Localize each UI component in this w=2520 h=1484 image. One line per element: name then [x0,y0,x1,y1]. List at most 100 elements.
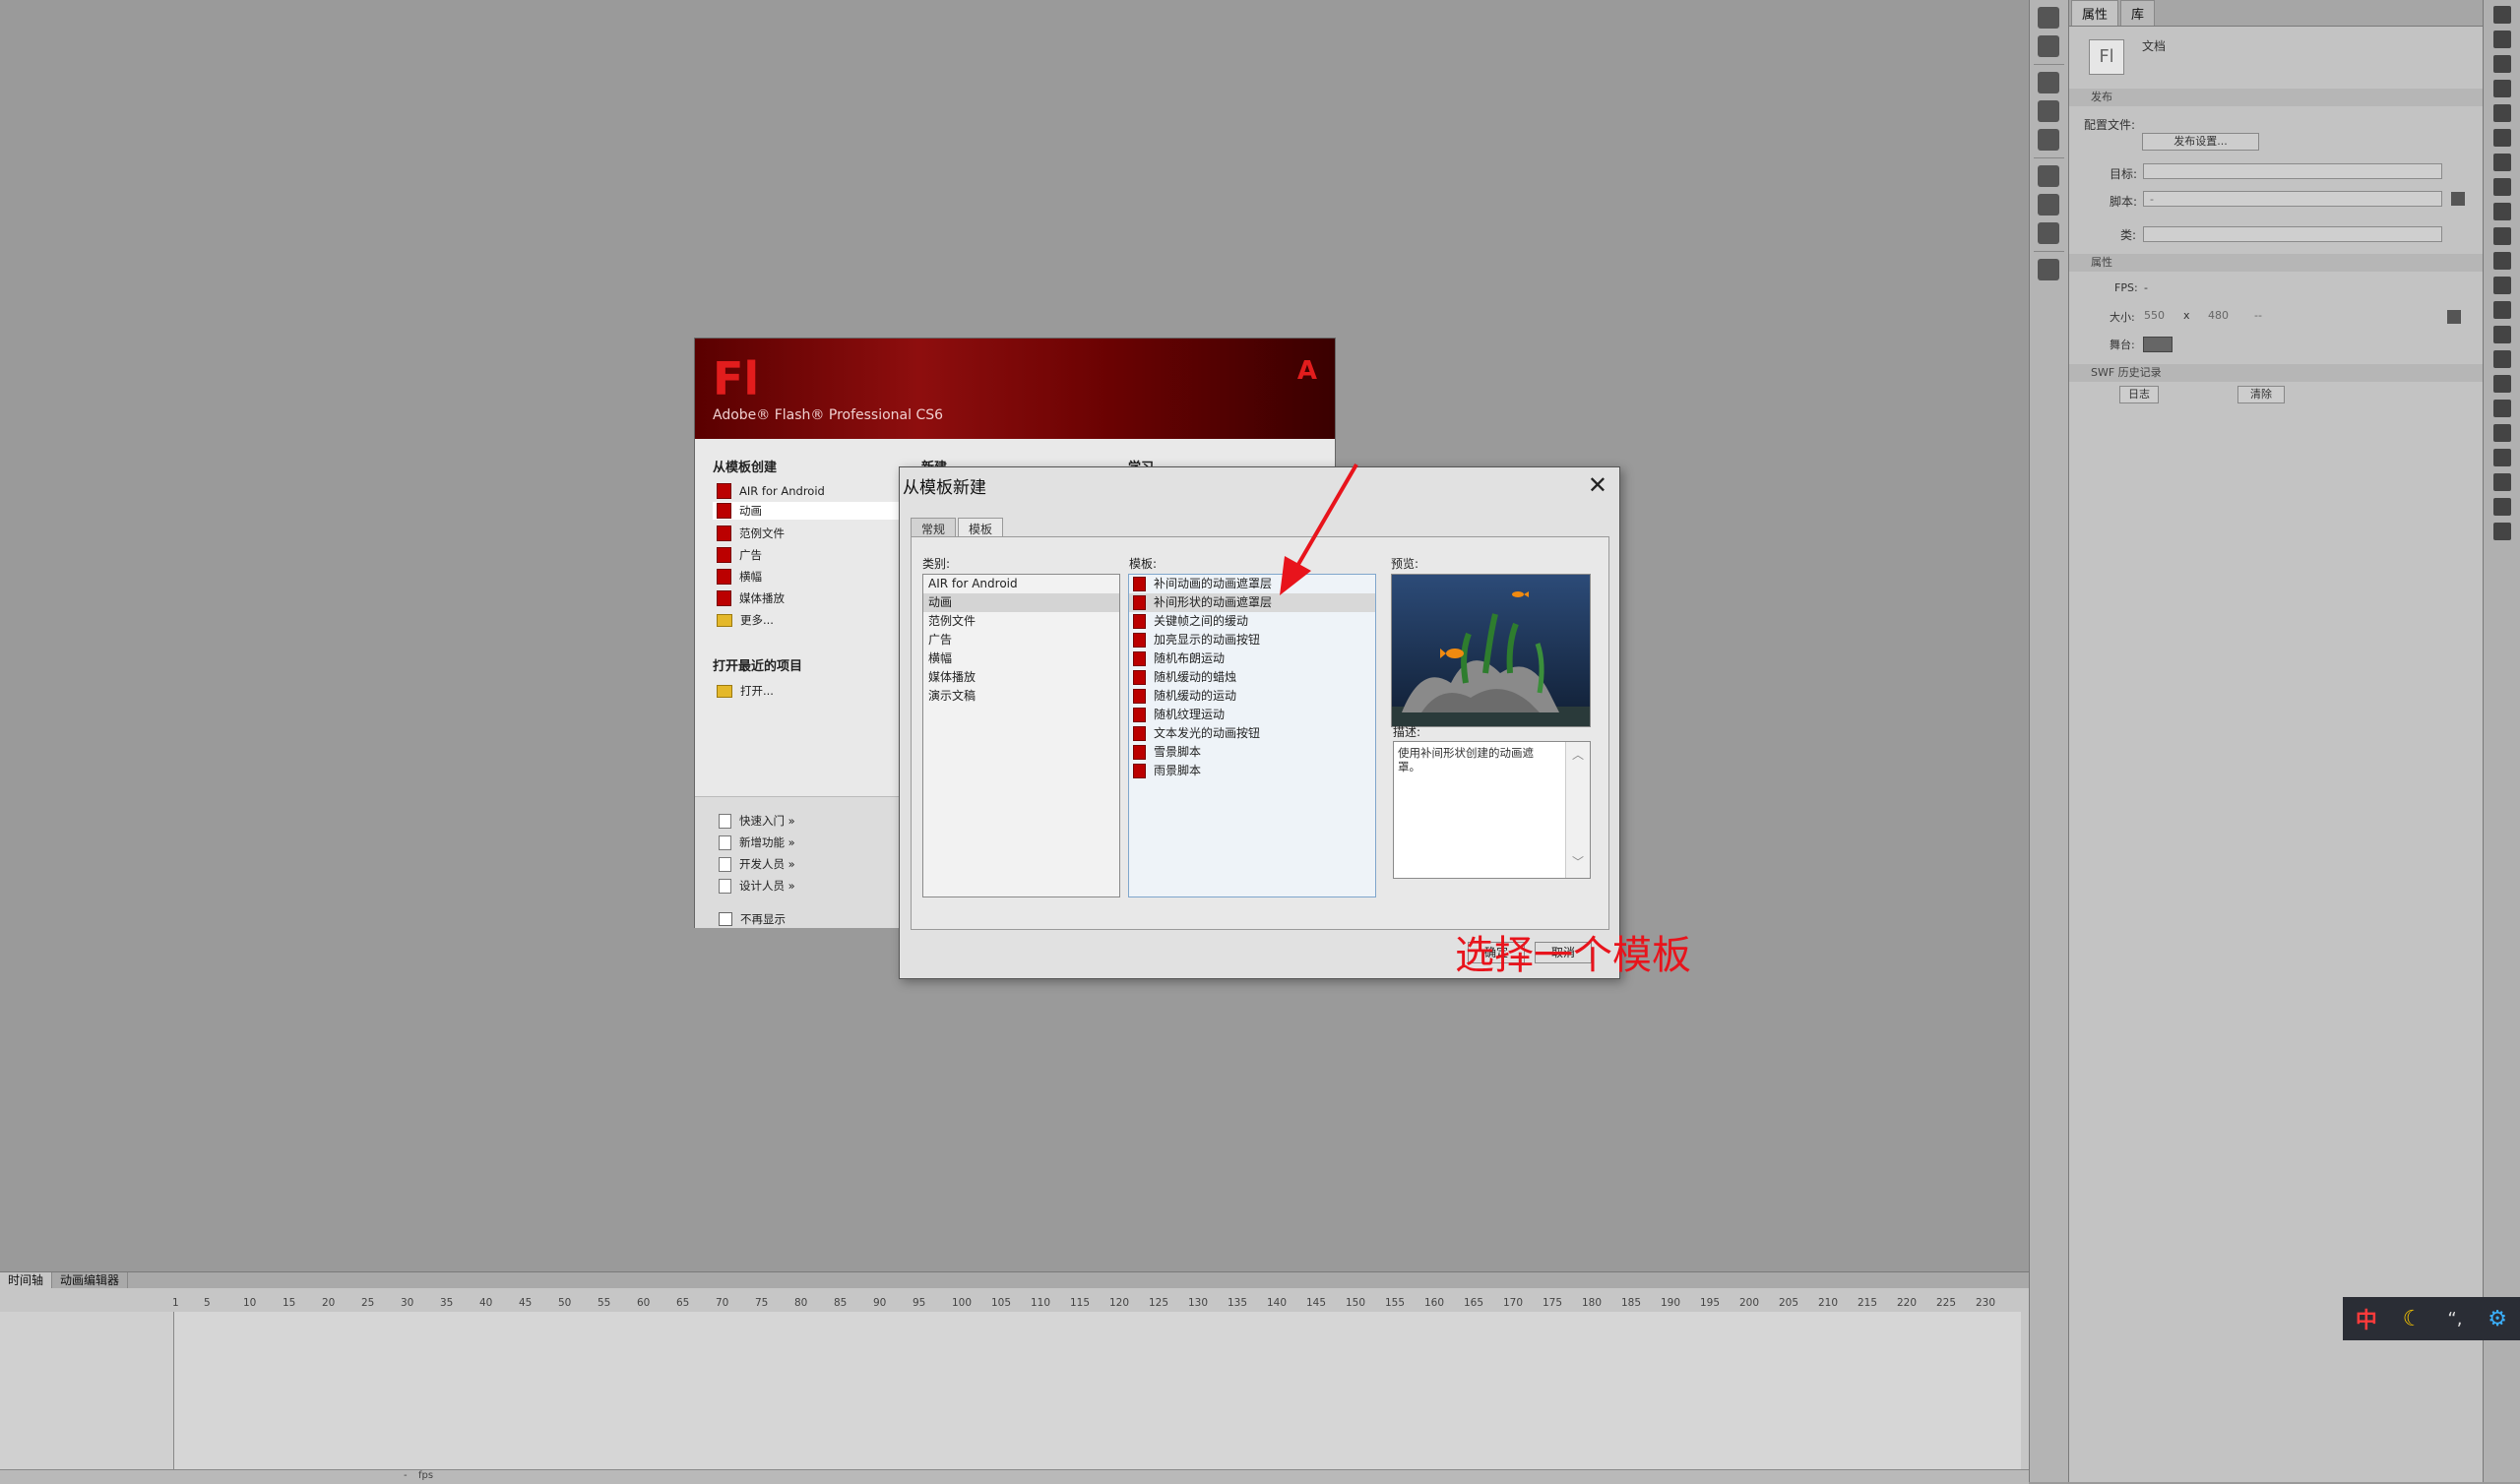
chevron-down-icon[interactable]: ﹀ [1566,853,1590,870]
link-getting-started[interactable]: 快速入门 » [719,813,795,829]
brush-tool-icon[interactable] [2493,252,2511,270]
width-value[interactable]: 550 [2144,309,2165,322]
category-item[interactable]: 演示文稿 [923,687,1119,706]
eyedropper-tool-icon[interactable] [2493,350,2511,368]
stage-color-swatch[interactable] [2143,337,2173,352]
lasso-tool-icon[interactable] [2493,104,2511,122]
document-icon [1133,577,1146,591]
fill-color-icon[interactable] [2493,473,2511,491]
height-value[interactable]: 480 [2208,309,2229,322]
dialog-title: 从模板新建 [903,478,986,498]
components-icon[interactable] [2038,194,2059,216]
color-icon[interactable] [2038,7,2059,29]
zoom-tool-icon[interactable] [2493,424,2511,442]
ruler-tick-label: 210 [1818,1297,1839,1309]
link-developers[interactable]: 开发人员 » [719,856,795,872]
history-icon[interactable] [2038,259,2059,280]
ruler-tick-label: 175 [1543,1297,1563,1309]
welcome-template-air[interactable]: AIR for Android [717,483,825,499]
layer-list[interactable] [0,1312,174,1471]
link-whats-new[interactable]: 新增功能 » [719,835,795,850]
template-item[interactable]: 随机布朗运动 [1129,649,1375,668]
welcome-template-banner[interactable]: 横幅 [717,569,762,585]
open-button[interactable]: 打开... [717,683,774,699]
publish-settings-button[interactable]: 发布设置... [2142,133,2259,151]
selection-tool-icon[interactable] [2493,6,2511,24]
template-item[interactable]: 随机缓动的运动 [1129,687,1375,706]
category-item[interactable]: 广告 [923,631,1119,649]
dialog-panel: 类别: 模板: 预览: AIR for Android 动画 范例文件 广告 横… [911,536,1609,930]
ruler-tick-label: 25 [361,1297,375,1309]
publish-section-header[interactable]: 发布 [2069,89,2504,106]
link-designers[interactable]: 设计人员 » [719,878,795,894]
ruler-tick-label: 170 [1503,1297,1524,1309]
close-icon[interactable]: ✕ [1588,471,1607,499]
motion-presets-icon[interactable] [2038,222,2059,244]
welcome-template-ads[interactable]: 广告 [717,547,762,563]
deco-tool-icon[interactable] [2493,277,2511,294]
welcome-template-samples[interactable]: 范例文件 [717,526,785,541]
size-x-separator: x [2183,309,2190,322]
swf-history-section-header[interactable]: SWF 历史记录 [2069,364,2504,382]
template-item[interactable]: 加亮显示的动画按钮 [1129,631,1375,649]
rectangle-tool-icon[interactable] [2493,203,2511,220]
template-item[interactable]: 雨景脚本 [1129,762,1375,780]
class-input[interactable] [2143,226,2442,242]
chevron-up-icon[interactable]: ︿ [1566,746,1590,763]
code-snippets-icon[interactable] [2038,165,2059,187]
template-item[interactable]: 随机纹理运动 [1129,706,1375,724]
line-tool-icon[interactable] [2493,178,2511,196]
category-item[interactable]: 媒体播放 [923,668,1119,687]
info-icon[interactable] [2038,100,2059,122]
checkbox-box[interactable] [719,912,732,926]
frame-area[interactable] [174,1312,2021,1471]
tab-timeline[interactable]: 时间轴 [0,1272,53,1288]
fps-value[interactable]: - [2144,281,2148,294]
description-scrollbar[interactable]: ︿ ﹀ [1565,742,1590,878]
tab-properties[interactable]: 属性 [2071,0,2119,26]
category-item-selected[interactable]: 动画 [923,593,1119,612]
pencil-tool-icon[interactable] [2493,227,2511,245]
text-tool-icon[interactable] [2493,154,2511,171]
template-item[interactable]: 关键帧之间的缓动 [1129,612,1375,631]
tab-motion-editor[interactable]: 动画编辑器 [52,1272,129,1288]
punctuation-icon[interactable]: “, [2447,1309,2462,1329]
bone-tool-icon[interactable] [2493,301,2511,319]
properties-section-header[interactable]: 属性 [2069,254,2504,272]
dont-show-checkbox[interactable]: 不再显示 [719,911,786,927]
align-icon[interactable] [2038,72,2059,93]
ime-language[interactable]: 中 [2356,1303,2377,1334]
tab-library[interactable]: 库 [2120,0,2156,26]
category-item[interactable]: AIR for Android [923,575,1119,593]
script-select[interactable]: - [2143,191,2442,207]
paint-bucket-tool-icon[interactable] [2493,326,2511,343]
ruler-tick-label: 180 [1582,1297,1603,1309]
snap-icon[interactable] [2493,523,2511,540]
template-item[interactable]: 随机缓动的蜡烛 [1129,668,1375,687]
ruler-tick-label: 85 [834,1297,848,1309]
transform-icon[interactable] [2038,129,2059,151]
document-icon [1133,745,1146,760]
target-select[interactable] [2143,163,2442,179]
3d-rotation-tool-icon[interactable] [2493,80,2511,97]
hand-tool-icon[interactable] [2493,400,2511,417]
wrench-icon[interactable] [2451,192,2465,206]
pen-tool-icon[interactable] [2493,129,2511,147]
swap-colors-icon[interactable] [2493,498,2511,516]
log-button[interactable]: 日志 [2119,386,2159,403]
gear-icon[interactable]: ⚙ [2488,1307,2507,1331]
edit-document-icon[interactable] [2447,310,2461,324]
welcome-template-media[interactable]: 媒体播放 [717,590,785,606]
swatches-icon[interactable] [2038,35,2059,57]
moon-icon[interactable]: ☾ [2403,1307,2423,1331]
subselection-tool-icon[interactable] [2493,31,2511,48]
eraser-tool-icon[interactable] [2493,375,2511,393]
template-item[interactable]: 雪景脚本 [1129,743,1375,762]
template-item[interactable]: 文本发光的动画按钮 [1129,724,1375,743]
category-item[interactable]: 横幅 [923,649,1119,668]
stroke-color-icon[interactable] [2493,449,2511,466]
clear-button[interactable]: 清除 [2237,386,2285,403]
free-transform-tool-icon[interactable] [2493,55,2511,73]
category-item[interactable]: 范例文件 [923,612,1119,631]
welcome-template-more[interactable]: 更多... [717,612,774,628]
